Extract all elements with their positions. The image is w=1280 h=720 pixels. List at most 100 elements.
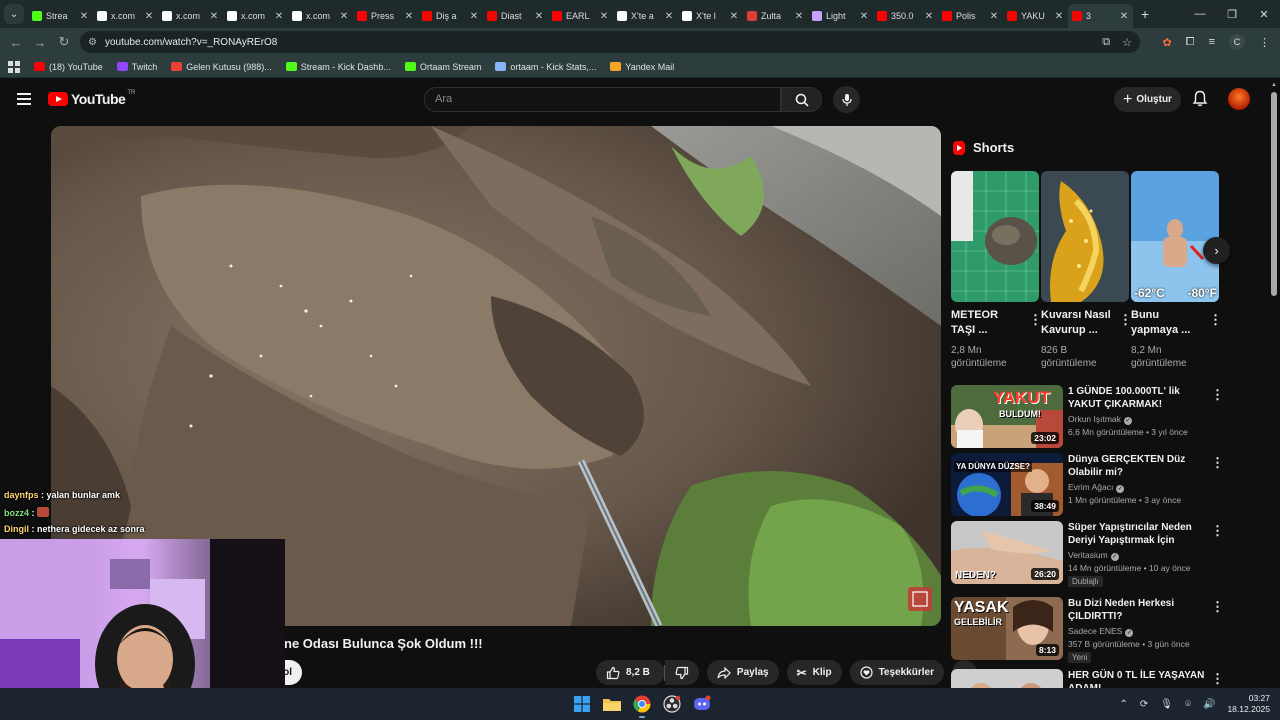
video-thumbnail[interactable]: NEDEN? 26:20	[951, 521, 1063, 584]
browser-tab[interactable]: Strea ✕	[28, 4, 93, 28]
video-title[interactable]: HER GÜN 0 TL İLE YAŞAYAN ADAM!	[1068, 669, 1208, 688]
extensions-puzzle-icon[interactable]: ⧠	[1186, 36, 1195, 49]
obs-icon[interactable]	[661, 693, 683, 715]
short-thumbnail[interactable]: -62°C -80°F	[1131, 171, 1219, 302]
short-more-icon[interactable]: ⋮	[1119, 312, 1132, 328]
bookmark-item[interactable]: Twitch	[116, 62, 157, 72]
video-more-icon[interactable]: ⋮	[1211, 523, 1224, 539]
url-bar[interactable]: ⚙ youtube.com/watch?v=_RONAyRErO8 ⧉ ☆	[80, 31, 1140, 53]
bookmark-star-icon[interactable]: ☆	[1122, 36, 1132, 49]
video-more-icon[interactable]: ⋮	[1211, 671, 1221, 687]
tab-close-icon[interactable]: ✕	[469, 11, 479, 22]
volume-icon[interactable]: 🔊	[1203, 699, 1215, 710]
notifications-bell-icon[interactable]	[1192, 90, 1208, 112]
browser-menu-icon[interactable]: ⋮	[1259, 36, 1270, 49]
recommended-video[interactable]: YASAK GELEBİLİR 8:13 Bu Dizi Neden Herke…	[951, 597, 1224, 663]
reload-icon[interactable]: ↻	[52, 34, 76, 50]
browser-tab[interactable]: Diş a ✕	[418, 4, 483, 28]
tab-close-icon[interactable]: ✕	[209, 11, 219, 22]
extension-icon[interactable]: ✿	[1163, 36, 1172, 49]
create-button[interactable]: + Oluştur	[1114, 87, 1181, 112]
channel-name[interactable]: Evrim Ağacı ✓	[1068, 482, 1125, 493]
like-button[interactable]: 8,2 B	[596, 660, 665, 685]
short-title[interactable]: METEOR TAŞI ...	[951, 308, 1021, 338]
short-thumbnail[interactable]	[951, 171, 1039, 302]
browser-tab[interactable]: 3 ✕	[1068, 4, 1133, 28]
back-icon[interactable]: ←	[4, 35, 28, 50]
page-scrollbar[interactable]	[1271, 92, 1277, 296]
browser-tab[interactable]: Light ✕	[808, 4, 873, 28]
recommended-video[interactable]: NEDEN? 26:20 Süper Yapıştırıcılar Neden …	[951, 521, 1224, 587]
short-thumbnail[interactable]	[1041, 171, 1129, 302]
tray-overflow-icon[interactable]: ⌃	[1120, 699, 1128, 710]
tab-close-icon[interactable]: ✕	[794, 11, 804, 22]
tab-close-icon[interactable]: ✕	[989, 11, 999, 22]
clip-button[interactable]: ✂ Klip	[786, 660, 842, 685]
browser-tab[interactable]: Zulta ✕	[743, 4, 808, 28]
search-input[interactable]: Ara	[424, 87, 781, 112]
video-thumbnail[interactable]: YASAK GELEBİLİR 8:13	[951, 597, 1063, 660]
menu-icon[interactable]	[17, 93, 31, 105]
tab-close-icon[interactable]: ✕	[729, 11, 739, 22]
video-title[interactable]: Dünya GERÇEKTEN Düz Olabilir mi?	[1068, 453, 1208, 479]
close-window-icon[interactable]: ✕	[1248, 0, 1280, 28]
video-more-icon[interactable]: ⋮	[1211, 455, 1224, 471]
chrome-icon[interactable]	[631, 693, 653, 718]
channel-name[interactable]: Veritasium ✓	[1068, 550, 1119, 561]
browser-tab[interactable]: 350.0 ✕	[873, 4, 938, 28]
scroll-up-icon[interactable]: ▲	[1271, 82, 1277, 88]
apps-grid-icon[interactable]	[8, 60, 20, 73]
channel-name[interactable]: Orkun Işıtmak ✓	[1068, 414, 1132, 425]
recommended-video[interactable]: YA DÜNYA DÜZSE? 38:49 Dünya GERÇEKTEN Dü…	[951, 453, 1224, 517]
video-thumbnail[interactable]: YAKUT BULDUM! 23:02	[951, 385, 1063, 448]
short-title[interactable]: Kuvarsı Nasıl Kavurup ...	[1041, 308, 1111, 338]
browser-tab[interactable]: X'te a ✕	[613, 4, 678, 28]
browser-tab[interactable]: x.com ✕	[158, 4, 223, 28]
network-icon[interactable]: ⌾	[1185, 699, 1191, 710]
video-title[interactable]: Bu Dizi Neden Herkesi ÇILDIRTTI?	[1068, 597, 1208, 623]
short-card[interactable]: Kuvarsı Nasıl Kavurup ... 826 B görüntül…	[1041, 171, 1132, 370]
tab-close-icon[interactable]: ✕	[1054, 11, 1064, 22]
share-button[interactable]: Paylaş	[706, 660, 779, 685]
new-tab-icon[interactable]: +	[1141, 6, 1159, 22]
browser-tab[interactable]: EARL ✕	[548, 4, 613, 28]
video-title[interactable]: 1 GÜNDE 100.000TL' lik YAKUT ÇIKARMAK!	[1068, 385, 1208, 411]
browser-tab[interactable]: X'te l ✕	[678, 4, 743, 28]
file-explorer-icon[interactable]	[601, 693, 623, 715]
clock[interactable]: 03:27 18.12.2025	[1227, 693, 1270, 715]
browser-tab[interactable]: YAKU ✕	[1003, 4, 1068, 28]
media-controls-icon[interactable]: ≡	[1209, 36, 1215, 48]
tab-close-icon[interactable]: ✕	[1119, 11, 1129, 22]
video-title[interactable]: Süper Yapıştırıcılar Neden Deriyi Yapışt…	[1068, 521, 1208, 547]
bookmark-item[interactable]: Ortaam Stream	[404, 62, 481, 72]
tab-close-icon[interactable]: ✕	[599, 11, 609, 22]
channel-name[interactable]: Sadece ENES ✓	[1068, 626, 1134, 637]
browser-tab[interactable]: Diast ✕	[483, 4, 548, 28]
discord-icon[interactable]	[691, 693, 713, 715]
video-thumbnail[interactable]	[951, 669, 1063, 688]
windows-start-icon[interactable]	[571, 693, 593, 715]
browser-tab[interactable]: Press ✕	[353, 4, 418, 28]
site-info-icon[interactable]: ⚙	[88, 37, 97, 48]
dislike-button[interactable]	[664, 660, 699, 685]
microphone-tray-icon[interactable]: 🎙	[1160, 699, 1173, 710]
tab-close-icon[interactable]: ✕	[664, 11, 674, 22]
voice-search-button[interactable]	[833, 86, 860, 113]
video-more-icon[interactable]: ⋮	[1211, 599, 1224, 615]
tab-close-icon[interactable]: ✕	[404, 11, 414, 22]
minimize-icon[interactable]: —	[1184, 0, 1216, 28]
profile-avatar[interactable]: C	[1229, 34, 1245, 50]
video-thumbnail[interactable]: YA DÜNYA DÜZSE? 38:49	[951, 453, 1063, 516]
short-card[interactable]: -62°C -80°F Bunu yapmaya ... 8,2 Mn görü…	[1131, 171, 1222, 370]
tab-close-icon[interactable]: ✕	[534, 11, 544, 22]
browser-tab[interactable]: x.com ✕	[288, 4, 353, 28]
tab-close-icon[interactable]: ✕	[924, 11, 934, 22]
recommended-video[interactable]: YAKUT BULDUM! 23:02 1 GÜNDE 100.000TL' l…	[951, 385, 1224, 449]
shorts-next-button[interactable]: ›	[1203, 237, 1230, 264]
bookmark-item[interactable]: Yandex Mail	[610, 62, 674, 72]
short-card[interactable]: METEOR TAŞI ... 2,8 Mn görüntüleme ⋮	[951, 171, 1042, 370]
restore-icon[interactable]: ❐	[1216, 0, 1248, 28]
sync-icon[interactable]: ⟳	[1140, 699, 1148, 710]
short-more-icon[interactable]: ⋮	[1029, 312, 1042, 328]
tab-search-button[interactable]: ⌄	[4, 4, 24, 24]
